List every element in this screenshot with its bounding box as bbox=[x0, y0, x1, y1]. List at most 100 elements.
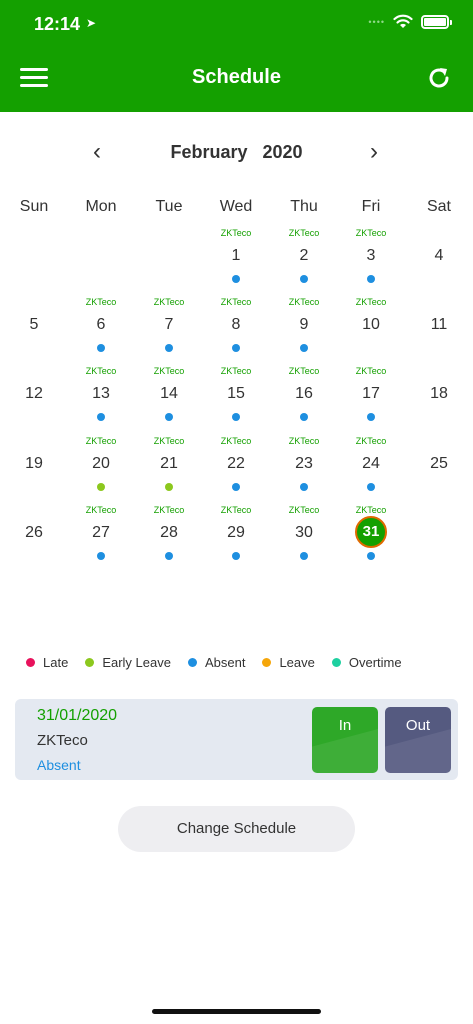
calendar-day[interactable]: ZKTeco 15 bbox=[202, 366, 270, 434]
day-shift-label: ZKTeco bbox=[153, 297, 185, 307]
status-dot bbox=[97, 344, 105, 352]
attendance-record-card: 31/01/2020 ZKTeco Absent In Out bbox=[15, 699, 458, 780]
calendar-day[interactable]: ZKTeco 20 bbox=[67, 436, 135, 504]
calendar-day[interactable]: ZKTeco 29 bbox=[202, 505, 270, 573]
calendar-day[interactable]: 5 bbox=[0, 297, 68, 365]
record-status: Absent bbox=[37, 757, 81, 773]
day-number[interactable]: 20 bbox=[67, 454, 135, 474]
month-year: 2020 bbox=[262, 142, 303, 162]
day-number[interactable]: 18 bbox=[405, 384, 473, 404]
calendar-day[interactable]: ZKTeco 10 bbox=[337, 297, 405, 365]
calendar-day[interactable]: ZKTeco 8 bbox=[202, 297, 270, 365]
weekday-label: Tue bbox=[155, 198, 183, 215]
legend-dot bbox=[187, 657, 197, 667]
calendar-day[interactable]: ZKTeco 6 bbox=[67, 297, 135, 365]
day-shift-label: ZKTeco bbox=[355, 297, 387, 307]
calendar-day[interactable]: ZKTeco 31 bbox=[337, 505, 405, 573]
legend-item-early-leave: Early Leave bbox=[85, 655, 171, 670]
calendar-day[interactable]: ZKTeco 27 bbox=[67, 505, 135, 573]
calendar-day[interactable]: ZKTeco 16 bbox=[270, 366, 338, 434]
day-number[interactable]: 6 bbox=[67, 315, 135, 335]
day-number[interactable]: 1 bbox=[202, 246, 270, 266]
day-number[interactable]: 30 bbox=[270, 523, 338, 543]
day-shift-label: ZKTeco bbox=[85, 436, 117, 446]
calendar-day[interactable]: 19 bbox=[0, 436, 68, 504]
calendar-day[interactable]: ZKTeco 30 bbox=[270, 505, 338, 573]
calendar-day[interactable]: ZKTeco 2 bbox=[270, 228, 338, 296]
calendar-day[interactable]: ZKTeco 7 bbox=[135, 297, 203, 365]
day-number[interactable]: 19 bbox=[0, 454, 68, 474]
selected-day-number[interactable]: 31 bbox=[355, 516, 387, 548]
calendar-day[interactable]: ZKTeco 1 bbox=[202, 228, 270, 296]
day-shift-label: ZKTeco bbox=[220, 366, 252, 376]
calendar-day[interactable]: ZKTeco 13 bbox=[67, 366, 135, 434]
day-number[interactable]: 25 bbox=[405, 454, 473, 474]
legend-label: Absent bbox=[204, 654, 246, 670]
day-number[interactable]: 3 bbox=[337, 246, 405, 266]
month-navigation: ‹ February 2020 › bbox=[0, 138, 473, 166]
day-number[interactable]: 24 bbox=[337, 454, 405, 474]
calendar-day[interactable]: ZKTeco 14 bbox=[135, 366, 203, 434]
day-number[interactable]: 5 bbox=[0, 315, 68, 335]
refresh-icon[interactable] bbox=[425, 64, 453, 92]
signal-icon: •••• bbox=[368, 17, 385, 27]
day-number[interactable]: 4 bbox=[405, 246, 473, 266]
day-number[interactable]: 13 bbox=[67, 384, 135, 404]
day-shift-label: ZKTeco bbox=[153, 436, 185, 446]
day-number[interactable]: 29 bbox=[202, 523, 270, 543]
day-shift-label: ZKTeco bbox=[288, 366, 320, 376]
status-time: 12:14 bbox=[34, 14, 81, 34]
month-name: February bbox=[170, 142, 248, 162]
day-number[interactable]: 14 bbox=[135, 384, 203, 404]
change-schedule-button[interactable]: Change Schedule bbox=[118, 806, 355, 852]
chevron-right-icon[interactable]: › bbox=[364, 138, 384, 166]
day-shift-label: ZKTeco bbox=[85, 366, 117, 376]
clock-in-button[interactable]: In bbox=[312, 707, 378, 773]
calendar-day[interactable]: 11 bbox=[405, 297, 473, 365]
day-number[interactable]: 2 bbox=[270, 246, 338, 266]
status-dot bbox=[165, 552, 173, 560]
calendar-day[interactable]: 4 bbox=[405, 228, 473, 296]
day-number[interactable]: 12 bbox=[0, 384, 68, 404]
calendar-day[interactable]: ZKTeco 28 bbox=[135, 505, 203, 573]
day-number[interactable]: 23 bbox=[270, 454, 338, 474]
status-dot bbox=[300, 552, 308, 560]
status-dot bbox=[300, 344, 308, 352]
day-number[interactable]: 21 bbox=[135, 454, 203, 474]
status-dot bbox=[165, 413, 173, 421]
day-number[interactable]: 15 bbox=[202, 384, 270, 404]
day-number[interactable]: 11 bbox=[405, 315, 473, 335]
calendar-day[interactable]: ZKTeco 3 bbox=[337, 228, 405, 296]
day-number[interactable]: 10 bbox=[337, 315, 405, 335]
day-number[interactable]: 22 bbox=[202, 454, 270, 474]
legend-label: Overtime bbox=[348, 654, 402, 670]
calendar-day[interactable]: ZKTeco 22 bbox=[202, 436, 270, 504]
day-number[interactable]: 8 bbox=[202, 315, 270, 335]
calendar-day[interactable]: ZKTeco 17 bbox=[337, 366, 405, 434]
calendar-day[interactable]: ZKTeco 23 bbox=[270, 436, 338, 504]
day-number[interactable]: 9 bbox=[270, 315, 338, 335]
calendar-day[interactable]: 25 bbox=[405, 436, 473, 504]
record-name: ZKTeco bbox=[37, 732, 88, 749]
calendar-day[interactable]: 12 bbox=[0, 366, 68, 434]
calendar-day[interactable]: 26 bbox=[0, 505, 68, 573]
calendar-day[interactable]: 18 bbox=[405, 366, 473, 434]
day-shift-label: ZKTeco bbox=[355, 228, 387, 238]
day-number[interactable]: 27 bbox=[67, 523, 135, 543]
day-shift-label: ZKTeco bbox=[220, 297, 252, 307]
calendar-day[interactable]: ZKTeco 9 bbox=[270, 297, 338, 365]
calendar-day[interactable]: ZKTeco 21 bbox=[135, 436, 203, 504]
weekday-label: Wed bbox=[219, 198, 253, 215]
day-number[interactable]: 26 bbox=[0, 523, 68, 543]
day-number[interactable]: 7 bbox=[135, 315, 203, 335]
day-number[interactable]: 16 bbox=[270, 384, 338, 404]
calendar-day[interactable]: ZKTeco 24 bbox=[337, 436, 405, 504]
day-shift-label: ZKTeco bbox=[288, 228, 320, 238]
day-shift-label: ZKTeco bbox=[355, 505, 387, 515]
status-dot bbox=[300, 275, 308, 283]
app-header: 12:14 ➤ •••• Schedule bbox=[0, 0, 473, 112]
day-number[interactable]: 17 bbox=[337, 384, 405, 404]
clock-out-button[interactable]: Out bbox=[385, 707, 451, 773]
day-shift-label: ZKTeco bbox=[153, 366, 185, 376]
day-number[interactable]: 28 bbox=[135, 523, 203, 543]
